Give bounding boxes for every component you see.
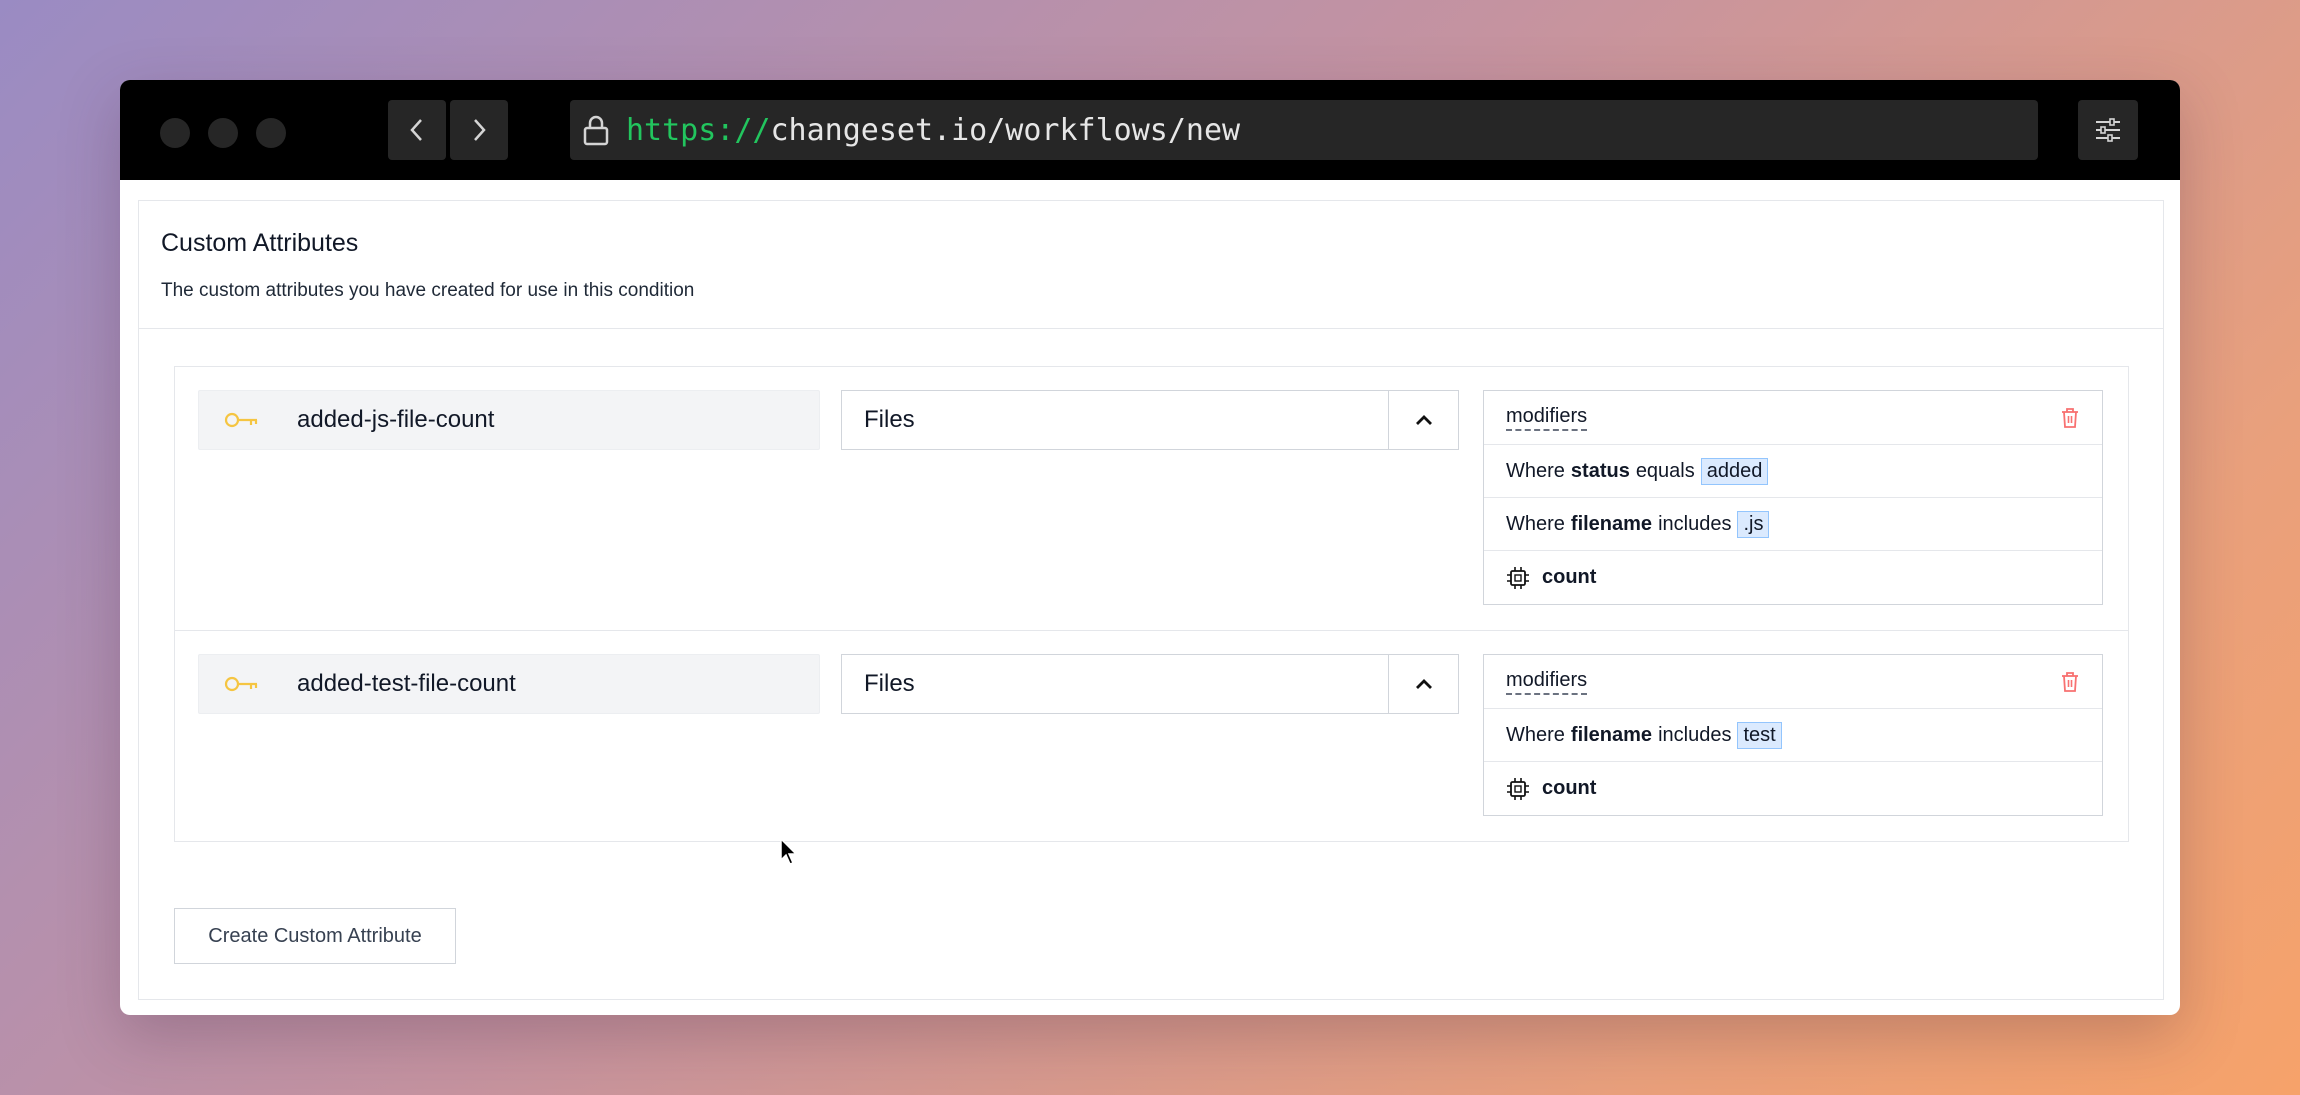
settings-button[interactable] bbox=[2078, 100, 2138, 160]
page-subtitle: The custom attributes you have created f… bbox=[161, 280, 695, 301]
attribute-name-field[interactable]: added-js-file-count bbox=[198, 390, 820, 450]
attribute-list: added-js-file-count Files modifiers Wher… bbox=[174, 366, 2129, 842]
modifiers-panel: modifiers Where filename includes test c… bbox=[1483, 654, 2103, 816]
chevron-left-icon bbox=[410, 119, 422, 141]
mouse-cursor-icon bbox=[780, 838, 798, 865]
key-icon bbox=[224, 676, 258, 692]
cpu-icon bbox=[1507, 566, 1529, 589]
cpu-icon bbox=[1507, 777, 1529, 800]
modifiers-panel: modifiers Where status equals added Wher… bbox=[1483, 390, 2103, 605]
condition-field: filename bbox=[1570, 723, 1653, 746]
source-select[interactable]: Files bbox=[841, 390, 1459, 450]
source-select-value: Files bbox=[864, 670, 915, 697]
condition-value-chip: test bbox=[1737, 721, 1782, 749]
modifiers-label[interactable]: modifiers bbox=[1506, 669, 1588, 695]
chevron-right-icon bbox=[474, 119, 486, 141]
condition-operator: includes bbox=[1658, 723, 1732, 746]
modifier-aggregate[interactable]: count bbox=[1484, 551, 2102, 604]
condition-value-chip: .js bbox=[1737, 510, 1770, 538]
window-close-dot[interactable] bbox=[160, 118, 190, 148]
aggregate-label: count bbox=[1542, 777, 1597, 799]
modifiers-header: modifiers bbox=[1484, 655, 2102, 709]
modifier-aggregate[interactable]: count bbox=[1484, 762, 2102, 815]
modifier-condition[interactable]: Where filename includes test bbox=[1484, 709, 2102, 762]
page-title: Custom Attributes bbox=[161, 229, 359, 257]
address-bar[interactable]: https:// changeset.io/workflows/new bbox=[570, 100, 2038, 160]
condition-value-chip: added bbox=[1700, 457, 1769, 485]
attribute-name-field[interactable]: added-test-file-count bbox=[198, 654, 820, 714]
url-path: changeset.io/workflows/new bbox=[770, 112, 1241, 148]
condition-prefix: Where bbox=[1506, 459, 1565, 482]
trash-icon[interactable] bbox=[2060, 407, 2080, 429]
browser-titlebar: https:// changeset.io/workflows/new bbox=[120, 80, 2180, 180]
modifiers-label[interactable]: modifiers bbox=[1506, 405, 1588, 431]
attribute-name: added-js-file-count bbox=[297, 406, 495, 433]
browser-window: https:// changeset.io/workflows/new Cust… bbox=[120, 80, 2180, 1015]
panel-header: Custom Attributes The custom attributes … bbox=[139, 201, 2163, 329]
attribute-row: added-js-file-count Files modifiers Wher… bbox=[175, 367, 2128, 631]
condition-operator: includes bbox=[1658, 512, 1732, 535]
modifier-condition[interactable]: Where filename includes .js bbox=[1484, 498, 2102, 551]
condition-field: filename bbox=[1570, 512, 1653, 535]
custom-attributes-panel: Custom Attributes The custom attributes … bbox=[138, 200, 2164, 1000]
aggregate-label: count bbox=[1542, 566, 1597, 588]
source-select-toggle[interactable] bbox=[1388, 655, 1458, 713]
back-button[interactable] bbox=[388, 100, 446, 160]
chevron-up-icon bbox=[1415, 679, 1432, 689]
attribute-name: added-test-file-count bbox=[297, 670, 516, 697]
condition-operator: equals bbox=[1635, 459, 1695, 482]
condition-prefix: Where bbox=[1506, 512, 1565, 535]
forward-button[interactable] bbox=[450, 100, 508, 160]
attribute-row: added-test-file-count Files modifiers Wh… bbox=[175, 631, 2128, 841]
sliders-icon bbox=[2096, 118, 2120, 142]
condition-prefix: Where bbox=[1506, 723, 1565, 746]
modifiers-header: modifiers bbox=[1484, 391, 2102, 445]
lock-icon bbox=[583, 115, 609, 146]
create-custom-attribute-button[interactable]: Create Custom Attribute bbox=[174, 908, 456, 964]
trash-icon[interactable] bbox=[2060, 671, 2080, 693]
source-select-value: Files bbox=[864, 406, 915, 433]
window-minimize-dot[interactable] bbox=[208, 118, 238, 148]
chevron-up-icon bbox=[1415, 415, 1432, 425]
modifier-condition[interactable]: Where status equals added bbox=[1484, 445, 2102, 498]
url-scheme: https:// bbox=[626, 112, 771, 148]
source-select[interactable]: Files bbox=[841, 654, 1459, 714]
condition-field: status bbox=[1570, 459, 1630, 482]
source-select-toggle[interactable] bbox=[1388, 391, 1458, 449]
key-icon bbox=[224, 412, 258, 428]
window-maximize-dot[interactable] bbox=[256, 118, 286, 148]
